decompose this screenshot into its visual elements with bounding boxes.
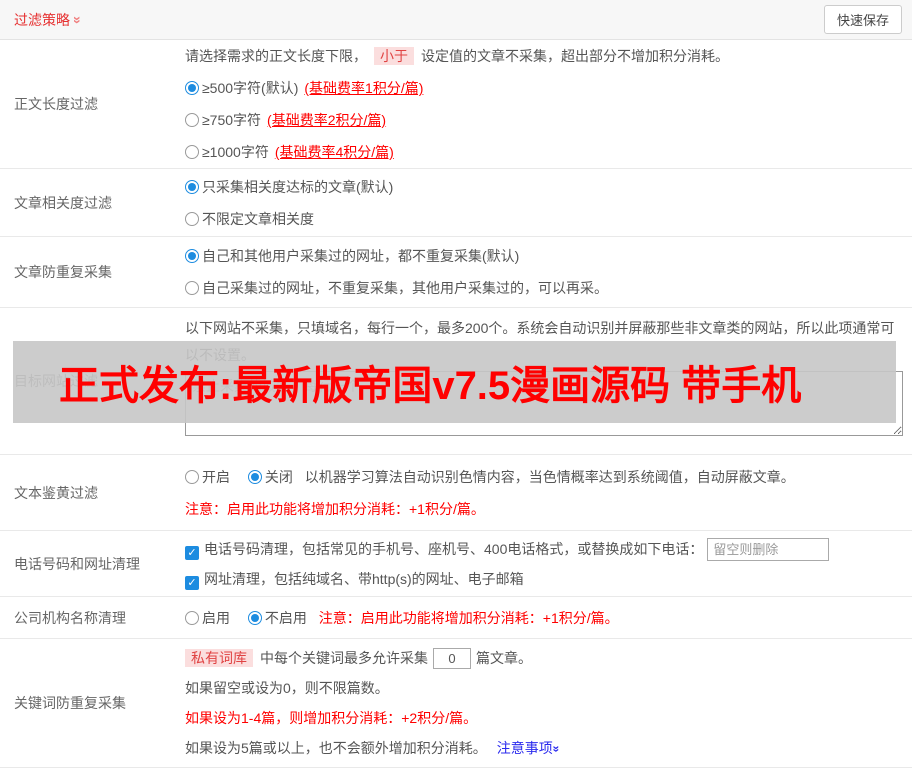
- dedup-option-global-label: 自己和其他用户采集过的网址，都不重复采集(默认): [202, 248, 520, 264]
- row-label-relevance: 文章相关度过滤: [14, 194, 112, 211]
- row-label-phone-url: 电话号码和网址清理: [14, 555, 140, 572]
- radio-500-icon[interactable]: [185, 81, 199, 95]
- radio-750-icon[interactable]: [185, 113, 199, 127]
- radio-1000-icon[interactable]: [185, 145, 199, 159]
- length-option-750-fee[interactable]: (基础费率2积分/篇): [267, 112, 386, 128]
- relevance-option-any-label: 不限定文章相关度: [202, 210, 314, 227]
- phone-clean-label: 电话号码清理，包括常见的手机号、座机号、400电话格式，或替换成如下电话：: [204, 540, 704, 557]
- desc-suffix: 设定值的文章不采集，超出部分不增加积分消耗。: [421, 48, 729, 64]
- porn-filter-note: 注意：启用此功能将增加积分消耗：+1积分/篇。: [185, 500, 485, 517]
- radio-porn-on-icon[interactable]: [185, 469, 199, 484]
- keyword-limit-suffix: 篇文章。: [476, 649, 532, 666]
- checkbox-url-clean-icon[interactable]: [185, 575, 199, 590]
- radio-dedup-global-icon[interactable]: [185, 249, 199, 263]
- keyword-note-cost: 如果设为1-4篇，则增加积分消耗：+2积分/篇。: [185, 709, 478, 726]
- private-lexicon-highlight[interactable]: 私有词库: [185, 648, 253, 667]
- radio-company-off-icon[interactable]: [247, 610, 262, 625]
- length-option-750[interactable]: ≥750字符 (基础费率2积分/篇): [185, 104, 904, 136]
- target-site-desc: 以下网站不采集，只填域名，每行一个，最多200个。系统会自动识别并屏蔽那些非文章…: [185, 320, 895, 363]
- length-option-500[interactable]: ≥500字符(默认) (基础费率1积分/篇): [185, 72, 904, 104]
- porn-filter-off-option[interactable]: 关闭: [247, 468, 293, 485]
- length-option-1000[interactable]: ≥1000字符 (基础费率4积分/篇): [185, 136, 904, 168]
- row-label-company-clean: 公司机构名称清理: [14, 609, 126, 626]
- relevance-option-any[interactable]: 不限定文章相关度: [185, 203, 904, 235]
- radio-porn-off-icon[interactable]: [247, 469, 262, 484]
- notice-link[interactable]: 注意事项: [497, 740, 560, 756]
- dedup-option-self[interactable]: 自己采集过的网址，不重复采集，其他用户采集过的，可以再采。: [185, 272, 904, 304]
- radio-relevance-any-icon[interactable]: [185, 211, 199, 226]
- phone-clean-option[interactable]: 电话号码清理，包括常见的手机号、座机号、400电话格式，或替换成如下电话：: [185, 534, 904, 564]
- keyword-note-five: 如果设为5篇或以上，也不会额外增加积分消耗。 注意事项: [185, 733, 904, 764]
- company-clean-note: 注意：启用此功能将增加积分消耗：+1积分/篇。: [318, 609, 619, 626]
- chevron-down-icon: [70, 16, 86, 24]
- replacement-phone-input[interactable]: [707, 538, 830, 562]
- less-than-highlight: 小于: [374, 47, 414, 65]
- row-phone-url-clean: 电话号码和网址清理 电话号码清理，包括常见的手机号、座机号、400电话格式，或替…: [0, 531, 912, 597]
- keyword-count-input[interactable]: [433, 648, 471, 670]
- url-clean-label: 网址清理，包括纯域名、带http(s)的网址、电子邮箱: [204, 570, 524, 587]
- quick-save-button[interactable]: 快速保存: [823, 5, 902, 34]
- desc-prefix: 请选择需求的正文长度下限，: [185, 48, 367, 64]
- length-option-750-label: ≥750字符: [202, 112, 262, 128]
- relevance-option-strict-label: 只采集相关度达标的文章(默认): [202, 178, 394, 195]
- keyword-limit-line: 私有词库中每个关键词最多允许采集 篇文章。: [185, 643, 904, 673]
- page-title: 过滤策略: [14, 11, 70, 28]
- blocked-domains-textarea[interactable]: [185, 371, 903, 436]
- row-dedup-collect: 文章防重复采集 自己和其他用户采集过的网址，都不重复采集(默认) 自己采集过的网…: [0, 237, 912, 308]
- porn-filter-desc: 以机器学习算法自动识别色情内容，当色情概率达到系统阈值，自动屏蔽文章。: [304, 468, 795, 485]
- keyword-note-zero: 如果留空或设为0，则不限篇数。: [185, 679, 389, 696]
- checkbox-phone-clean-icon[interactable]: [185, 545, 199, 560]
- length-option-500-fee[interactable]: (基础费率1积分/篇): [304, 80, 423, 96]
- row-label-body-length: 正文长度过滤: [14, 96, 98, 112]
- row-porn-filter: 文本鉴黄过滤 开启 关闭 以机器学习算法自动识别色情内容，当色情概率达到系统阈值…: [0, 455, 912, 531]
- company-clean-options: 启用 不启用 注意：启用此功能将增加积分消耗：+1积分/篇。: [185, 603, 904, 633]
- row-label-target-site: 目标网站过滤: [14, 373, 98, 389]
- page-title-group[interactable]: 过滤策略: [14, 10, 82, 30]
- row-company-name-clean: 公司机构名称清理 启用 不启用 注意：启用此功能将增加积分消耗：+1积分/篇。: [0, 597, 912, 639]
- porn-filter-on-option[interactable]: 开启: [185, 469, 230, 485]
- row-label-keyword-dedup: 关键词防重复采集: [14, 695, 126, 711]
- url-clean-option[interactable]: 网址清理，包括纯域名、带http(s)的网址、电子邮箱: [185, 564, 904, 594]
- row-label-dedup: 文章防重复采集: [14, 264, 112, 280]
- chevron-down-icon: [541, 745, 571, 752]
- company-clean-off-option[interactable]: 不启用: [247, 609, 307, 626]
- relevance-option-strict[interactable]: 只采集相关度达标的文章(默认): [185, 171, 904, 203]
- row-label-porn-filter: 文本鉴黄过滤: [14, 484, 98, 501]
- row-target-site-filter: 目标网站过滤 以下网站不采集，只填域名，每行一个，最多200个。系统会自动识别并…: [0, 308, 912, 455]
- company-clean-on-label: 启用: [202, 609, 230, 626]
- length-option-500-label: ≥500字符(默认): [202, 80, 299, 96]
- dedup-option-self-label: 自己采集过的网址，不重复采集，其他用户采集过的，可以再采。: [202, 280, 608, 296]
- row-relevance-filter: 文章相关度过滤 只采集相关度达标的文章(默认) 不限定文章相关度: [0, 169, 912, 237]
- dedup-option-global[interactable]: 自己和其他用户采集过的网址，都不重复采集(默认): [185, 240, 904, 272]
- radio-relevance-strict-icon[interactable]: [185, 179, 199, 194]
- header-bar: 过滤策略 快速保存: [0, 0, 912, 40]
- length-option-1000-label: ≥1000字符: [202, 144, 269, 160]
- keyword-note-five-text: 如果设为5篇或以上，也不会额外增加积分消耗。: [185, 739, 487, 756]
- body-length-desc: 请选择需求的正文长度下限， 小于 设定值的文章不采集，超出部分不增加积分消耗。: [185, 40, 904, 72]
- company-clean-off-label: 不启用: [264, 609, 307, 626]
- porn-filter-off-label: 关闭: [264, 468, 293, 485]
- company-clean-on-option[interactable]: 启用: [185, 610, 230, 626]
- radio-dedup-self-icon[interactable]: [185, 281, 199, 295]
- length-option-1000-fee[interactable]: (基础费率4积分/篇): [275, 144, 394, 160]
- row-body-length-filter: 正文长度过滤 请选择需求的正文长度下限， 小于 设定值的文章不采集，超出部分不增加积…: [0, 40, 912, 169]
- porn-filter-on-label: 开启: [202, 468, 230, 485]
- row-keyword-dedup: 关键词防重复采集 私有词库中每个关键词最多允许采集 篇文章。 如果留空或设为0，则…: [0, 639, 912, 768]
- porn-filter-options: 开启 关闭 以机器学习算法自动识别色情内容，当色情概率达到系统阈值，自动屏蔽文章…: [185, 461, 904, 493]
- keyword-limit-mid: 中每个关键词最多允许采集: [260, 649, 428, 666]
- radio-company-on-icon[interactable]: [185, 610, 199, 625]
